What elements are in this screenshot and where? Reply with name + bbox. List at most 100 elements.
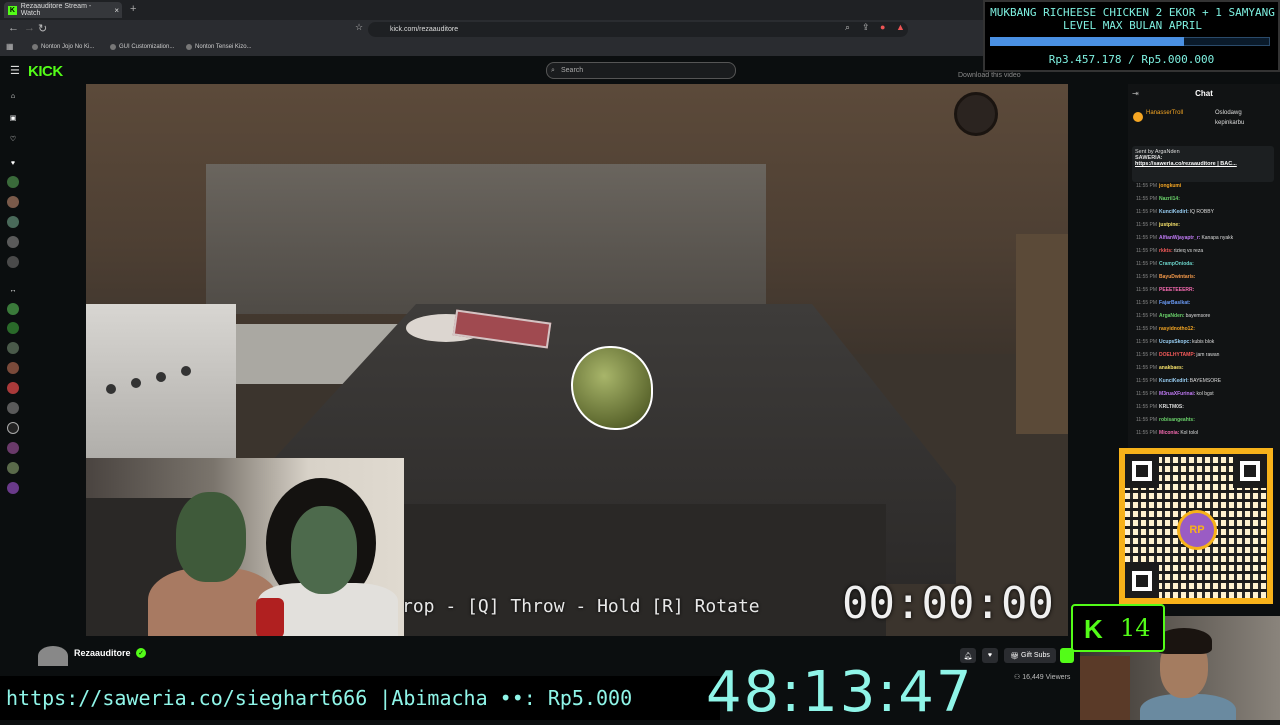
share-icon[interactable]: ⇪ bbox=[862, 22, 870, 33]
pinned-link[interactable]: https://saweria.co/rezaauditore | BAC... bbox=[1135, 161, 1271, 167]
forward-icon[interactable]: → bbox=[24, 22, 35, 34]
chat-timestamp: 11:55 PM bbox=[1136, 209, 1158, 215]
chat-username[interactable]: PEEETEEERR: bbox=[1159, 287, 1194, 293]
chat-timestamp: 11:55 PM bbox=[1136, 300, 1158, 306]
channel-avatar[interactable] bbox=[7, 236, 19, 248]
new-tab-icon[interactable]: + bbox=[130, 3, 136, 15]
kitchen-cabinets bbox=[206, 164, 766, 314]
kick-logo[interactable]: KICK bbox=[28, 63, 63, 80]
chat-message: 11:55 PM Miconia:Kol tolol bbox=[1136, 430, 1276, 436]
pinned-message[interactable]: Sent by ArgaNden SAWERIA: https://saweri… bbox=[1132, 146, 1274, 182]
leader-name[interactable]: HanasserTroll bbox=[1146, 110, 1183, 116]
bookmark-star-icon[interactable]: ☆ bbox=[355, 22, 363, 33]
bookmark-favicon-icon bbox=[110, 44, 116, 50]
alert-icon[interactable]: ▲ bbox=[896, 22, 905, 32]
gift-icon: 🎁︎ bbox=[1010, 652, 1020, 660]
chat-timestamp: 11:55 PM bbox=[1136, 417, 1158, 423]
chat-timestamp: 11:55 PM bbox=[1136, 391, 1158, 397]
channel-avatar[interactable] bbox=[7, 256, 19, 268]
bookmark-item[interactable]: Nonton Jojo No Ki... bbox=[32, 44, 94, 50]
viewers-icon: ⚇ bbox=[1014, 674, 1023, 681]
streamer-name[interactable]: Rezaauditore bbox=[74, 648, 131, 658]
channel-avatar[interactable] bbox=[7, 362, 19, 374]
chat-timestamp: 11:55 PM bbox=[1136, 352, 1158, 358]
viewer-count: ⚇ 16,449 Viewers bbox=[1014, 674, 1071, 681]
menu-icon[interactable]: ☰ bbox=[10, 64, 20, 77]
channel-avatar[interactable] bbox=[7, 176, 19, 188]
trophy-icon bbox=[1133, 112, 1143, 122]
chat-message: 11:55 PM KunciKedirI:IQ ROBBY bbox=[1136, 209, 1276, 215]
channel-avatar[interactable] bbox=[7, 462, 19, 474]
chat-message: 11:55 PM robisangeahts: bbox=[1136, 417, 1276, 423]
chat-message: 11:55 PM M3ruaXFurinai:kol bgst bbox=[1136, 391, 1276, 397]
bookmark-item[interactable]: Nonton Tensei Kizo... bbox=[186, 44, 252, 50]
chat-username[interactable]: FajarBaslkat: bbox=[1159, 300, 1190, 306]
gift-subs-button[interactable]: 🎁︎ Gift Subs bbox=[1004, 648, 1056, 663]
chat-timestamp: 11:55 PM bbox=[1136, 235, 1158, 241]
chat-username[interactable]: Nazril14: bbox=[1159, 196, 1180, 202]
follow-heart-icon[interactable]: ♥ bbox=[982, 648, 998, 663]
channel-avatar[interactable] bbox=[7, 402, 19, 414]
extension-icon[interactable]: ● bbox=[880, 22, 885, 32]
chat-username[interactable]: KRLTM0S: bbox=[1159, 404, 1184, 410]
zoom-icon[interactable]: ⌕ bbox=[845, 22, 850, 33]
chat-username[interactable]: rasyidnotho12: bbox=[1159, 326, 1195, 332]
chat-text: IQ ROBBY bbox=[1189, 209, 1214, 215]
chat-username[interactable]: KunciKedirI: bbox=[1159, 378, 1189, 384]
channel-avatar[interactable] bbox=[7, 442, 19, 454]
chat-username[interactable]: AlfianWjayaptr_r: bbox=[1159, 235, 1200, 241]
streamer-avatar[interactable] bbox=[38, 646, 68, 666]
chat-username[interactable]: CrampOnioda: bbox=[1159, 261, 1194, 267]
channel-avatar[interactable] bbox=[7, 482, 19, 494]
tab-close-icon[interactable]: × bbox=[114, 6, 119, 15]
search-input[interactable]: ⌕ Search bbox=[546, 62, 736, 79]
qr-pattern: RP bbox=[1125, 454, 1267, 598]
back-icon[interactable]: ← bbox=[8, 22, 19, 34]
following-icon[interactable]: ♡ bbox=[7, 133, 19, 145]
bookmark-item[interactable]: GUI Customization... bbox=[110, 44, 174, 50]
channel-avatar[interactable] bbox=[7, 422, 19, 434]
expand-icon[interactable]: ↔ bbox=[7, 284, 19, 296]
leader-name[interactable]: kepinkarbu bbox=[1215, 120, 1244, 126]
browse-icon[interactable]: ▣ bbox=[7, 112, 19, 124]
chat-username[interactable]: UcupsSkopc: bbox=[1159, 339, 1191, 345]
channel-avatar[interactable] bbox=[7, 342, 19, 354]
chat-username[interactable]: ArgaNden: bbox=[1159, 313, 1185, 319]
saweria-qr-code: RP bbox=[1119, 448, 1273, 604]
chat-username[interactable]: M3ruaXFurinai: bbox=[1159, 391, 1195, 397]
home-icon[interactable]: ⌂ bbox=[7, 90, 19, 102]
address-bar[interactable]: kick.com/rezaauditore bbox=[368, 22, 908, 37]
chat-username[interactable]: jongkumi bbox=[1159, 183, 1181, 189]
chat-username[interactable]: Miconia: bbox=[1159, 430, 1179, 436]
chat-username[interactable]: justpine: bbox=[1159, 222, 1180, 228]
heart-icon[interactable]: ♥ bbox=[7, 157, 19, 169]
chat-timestamp: 11:55 PM bbox=[1136, 430, 1158, 436]
chat-username[interactable]: DOELHYTAMP: bbox=[1159, 352, 1195, 358]
chat-message: 11:55 PM rasyidnotho12: bbox=[1136, 326, 1276, 332]
channel-avatar[interactable] bbox=[7, 322, 19, 334]
chat-username[interactable]: rkkts: bbox=[1159, 248, 1173, 254]
download-hint[interactable]: Download this video bbox=[958, 72, 1021, 79]
channel-avatar[interactable] bbox=[7, 382, 19, 394]
chat-username[interactable]: BayuDwintaris: bbox=[1159, 274, 1195, 280]
chat-username[interactable]: robisangeahts: bbox=[1159, 417, 1195, 423]
chat-text: kol bgst bbox=[1196, 391, 1214, 397]
chat-message: 11:55 PM ArgaNden:bayemsore bbox=[1136, 313, 1276, 319]
reload-icon[interactable]: ↻ bbox=[38, 22, 47, 35]
channel-avatar[interactable] bbox=[7, 303, 19, 315]
chat-username[interactable]: KunciKedirI: bbox=[1159, 209, 1189, 215]
channel-avatar[interactable] bbox=[7, 196, 19, 208]
chat-timestamp: 11:55 PM bbox=[1136, 183, 1158, 189]
apps-grid-icon[interactable]: ▦ bbox=[6, 42, 14, 51]
browser-tab[interactable]: K Rezaauditore Stream - Watch × bbox=[4, 2, 122, 18]
stove-knob bbox=[106, 384, 116, 394]
controls-hint: rop - [Q] Throw - Hold [R] Rotate bbox=[402, 596, 760, 617]
chat-username[interactable]: anakbaes: bbox=[1159, 365, 1183, 371]
donation-goal-amount: Rp3.457.178 / Rp5.000.000 bbox=[1048, 53, 1215, 66]
chat-timestamp: 11:55 PM bbox=[1136, 274, 1158, 280]
chat-message: 11:55 PM Nazril14: bbox=[1136, 196, 1276, 202]
chat-message: 11:55 PM justpine: bbox=[1136, 222, 1276, 228]
channel-avatar[interactable] bbox=[7, 216, 19, 228]
leader-name[interactable]: Oslodawg bbox=[1215, 110, 1242, 116]
person-head bbox=[291, 506, 357, 594]
